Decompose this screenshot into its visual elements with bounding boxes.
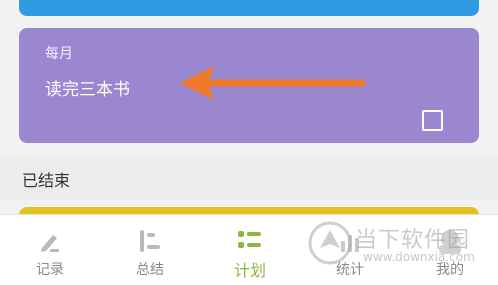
section-header-ended: 已结束 bbox=[0, 155, 498, 200]
watermark: 当下软件园 www.downxia.com bbox=[305, 218, 498, 268]
section-label: 已结束 bbox=[22, 171, 71, 190]
nav-item-summary[interactable]: 总结 bbox=[100, 215, 200, 285]
summary-icon bbox=[140, 230, 160, 252]
watermark-url: www.downxia.com bbox=[363, 250, 475, 264]
watermark-logo-icon bbox=[308, 221, 352, 265]
plan-list-icon bbox=[238, 231, 261, 248]
nav-label-record: 记录 bbox=[36, 262, 64, 278]
nav-item-plan[interactable]: 计划 bbox=[200, 215, 300, 285]
pencil-icon bbox=[41, 235, 59, 252]
nav-item-record[interactable]: 记录 bbox=[0, 215, 100, 285]
nav-label-plan: 计划 bbox=[233, 261, 266, 280]
app-screen: 每月 读完三本书 已结束 记录 总结 计划 统计 我的 当下软件园 www.do… bbox=[0, 0, 498, 285]
nav-label-summary: 总结 bbox=[136, 262, 164, 278]
